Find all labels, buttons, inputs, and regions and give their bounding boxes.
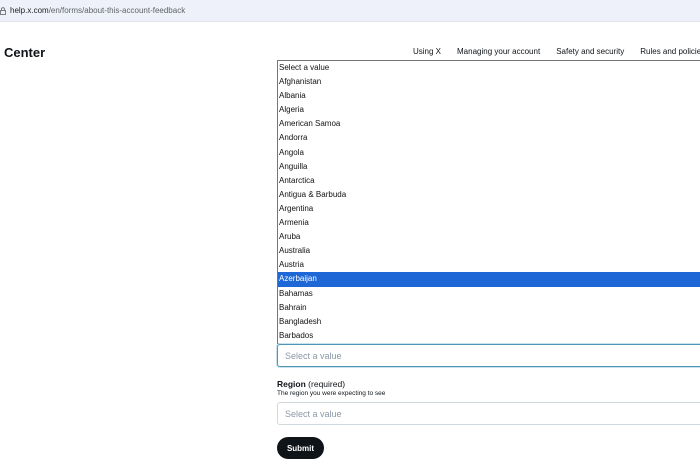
- address-bar[interactable]: help.x.com/en/forms/about-this-account-f…: [0, 0, 700, 22]
- country-option[interactable]: Afghanistan: [278, 75, 700, 89]
- country-select[interactable]: Select a value: [277, 344, 700, 367]
- nav-safety-security[interactable]: Safety and security: [556, 47, 624, 56]
- country-option[interactable]: Antigua & Barbuda: [278, 188, 700, 202]
- site-info-icon[interactable]: [0, 6, 6, 15]
- url-path: /en/forms/about-this-account-feedback: [48, 6, 186, 15]
- country-option[interactable]: Bahrain: [278, 301, 700, 315]
- country-option[interactable]: Albania: [278, 89, 700, 103]
- submit-button[interactable]: Submit: [277, 437, 324, 459]
- country-options-list[interactable]: Select a value Afghanistan Albania Algeria A…: [277, 60, 700, 344]
- country-option[interactable]: Angola: [278, 146, 700, 160]
- country-option[interactable]: Andorra: [278, 131, 700, 145]
- country-option[interactable]: Algeria: [278, 103, 700, 117]
- region-label-text: Region: [277, 379, 306, 389]
- country-option[interactable]: Bahamas: [278, 287, 700, 301]
- country-option[interactable]: Barbados: [278, 329, 700, 343]
- region-help-text: The region you were expecting to see: [277, 390, 386, 397]
- country-option[interactable]: Azerbaijan: [278, 272, 700, 287]
- nav-rules-policies[interactable]: Rules and policies: [640, 47, 700, 56]
- nav-managing-account[interactable]: Managing your account: [457, 47, 540, 56]
- country-option[interactable]: Australia: [278, 244, 700, 258]
- region-select[interactable]: Select a value: [277, 402, 700, 425]
- url-host: help.x.com: [10, 6, 49, 15]
- top-navigation: Using X Managing your account Safety and…: [413, 47, 700, 56]
- country-option[interactable]: Antarctica: [278, 174, 700, 188]
- region-label: Region (required): [277, 379, 345, 389]
- country-option[interactable]: Select a value: [278, 61, 700, 75]
- country-option[interactable]: Argentina: [278, 202, 700, 216]
- country-option[interactable]: Aruba: [278, 230, 700, 244]
- region-required-text: (required): [305, 379, 346, 389]
- country-option[interactable]: American Samoa: [278, 117, 700, 131]
- nav-using-x[interactable]: Using X: [413, 47, 441, 56]
- country-option[interactable]: Anguilla: [278, 160, 700, 174]
- country-option[interactable]: Bangladesh: [278, 315, 700, 329]
- country-option[interactable]: Austria: [278, 258, 700, 272]
- site-brand[interactable]: Center: [4, 45, 45, 60]
- country-option[interactable]: Armenia: [278, 216, 700, 230]
